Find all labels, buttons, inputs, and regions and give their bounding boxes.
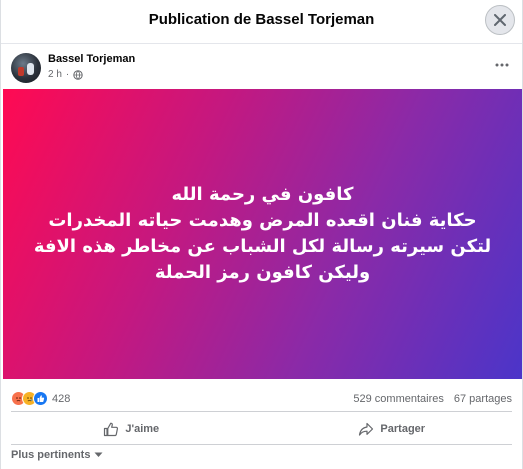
action-bar: J'aime Partager — [1, 414, 522, 444]
close-button[interactable] — [485, 5, 515, 35]
comments-count[interactable]: 529 commentaires — [353, 393, 444, 405]
post-stats: 428 529 commentaires 67 partages — [1, 388, 522, 410]
sort-label: Plus pertinents — [11, 449, 91, 461]
post-line-2: حكاية فنان اقعده المرض وهدمت حياته المخد… — [48, 210, 477, 231]
share-button[interactable]: Partager — [262, 414, 523, 444]
divider — [11, 444, 512, 445]
shares-count[interactable]: 67 partages — [454, 393, 512, 405]
post-header: Bassel Torjeman 2 h · — [1, 48, 522, 88]
engagement-counts: 529 commentaires 67 partages — [353, 393, 512, 405]
reactions-summary[interactable]: 428 — [11, 391, 70, 406]
post-time[interactable]: 2 h — [48, 69, 62, 80]
post-line-4: وليكن كافون رمز الحملة — [154, 262, 371, 283]
reaction-count: 428 — [52, 392, 71, 405]
more-options-button[interactable] — [494, 58, 510, 72]
comments-sort-dropdown[interactable]: Plus pertinents — [11, 449, 103, 461]
like-button[interactable]: J'aime — [1, 414, 262, 444]
more-horizontal-icon — [495, 63, 509, 67]
globe-icon[interactable] — [73, 69, 83, 80]
avatar[interactable] — [11, 53, 41, 83]
share-label: Partager — [380, 423, 426, 435]
author-name[interactable]: Bassel Torjeman — [48, 53, 135, 65]
divider — [11, 411, 512, 412]
like-label: J'aime — [125, 423, 160, 435]
post-line-3: لتكن سيرته رسالة لكل الشباب عن مخاطر هذه… — [33, 236, 492, 257]
post-meta: 2 h · — [48, 69, 83, 80]
close-icon — [494, 14, 506, 26]
caret-down-icon — [94, 452, 103, 457]
dialog-title: Publication de Bassel Torjeman — [148, 11, 375, 28]
like-icon — [33, 391, 48, 406]
thumbs-up-icon — [104, 422, 119, 436]
post-text-background[interactable]: كافون في رحمة الله حكاية فنان اقعده المر… — [3, 89, 522, 379]
dialog-header: Publication de Bassel Torjeman — [1, 0, 522, 44]
post-line-1: كافون في رحمة الله — [171, 184, 354, 205]
share-icon — [359, 422, 374, 436]
meta-separator: · — [65, 69, 70, 80]
post-dialog: Publication de Bassel Torjeman Bassel To… — [0, 0, 523, 469]
